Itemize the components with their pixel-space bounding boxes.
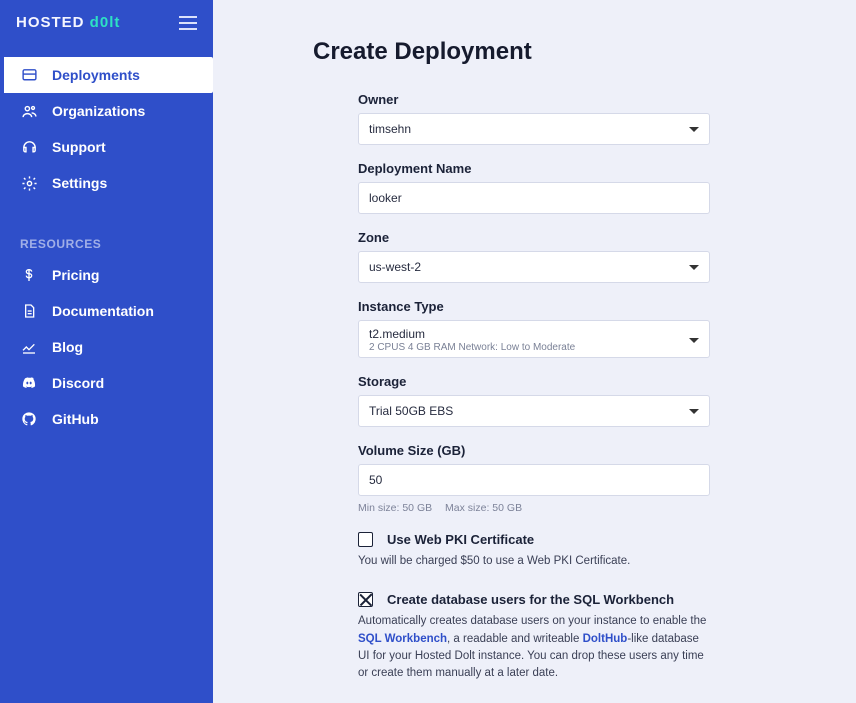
sqlwb-desc-pre: Automatically creates database users on … [358, 615, 706, 627]
name-label: Deployment Name [358, 161, 710, 176]
discord-icon [20, 374, 38, 392]
instance-label: Instance Type [358, 299, 710, 314]
sidebar-item-label: Organizations [52, 103, 145, 119]
support-icon [20, 138, 38, 156]
volume-input[interactable] [358, 464, 710, 496]
volume-field: Volume Size (GB) Min size: 50 GB Max siz… [358, 443, 710, 514]
deployment-form: Owner timsehn Deployment Name Zone us-we… [358, 92, 710, 703]
sidebar-item-label: Blog [52, 339, 83, 355]
pki-checkbox[interactable] [358, 532, 373, 547]
chevron-down-icon [689, 338, 699, 343]
name-field: Deployment Name [358, 161, 710, 214]
sidebar-item-label: Pricing [52, 267, 99, 283]
owner-label: Owner [358, 92, 710, 107]
sidebar-item-organizations[interactable]: Organizations [0, 93, 213, 129]
sidebar-header: HOSTED d0lt [0, 0, 213, 43]
menu-icon[interactable] [179, 16, 197, 30]
sidebar-item-documentation[interactable]: Documentation [0, 293, 213, 329]
chevron-down-icon [689, 265, 699, 270]
sidebar-item-label: Documentation [52, 303, 154, 319]
pki-row: Use Web PKI Certificate [358, 532, 710, 547]
storage-value: Trial 50GB EBS [369, 404, 453, 418]
owner-field: Owner timsehn [358, 92, 710, 145]
sidebar-item-support[interactable]: Support [0, 129, 213, 165]
instance-value: t2.medium [369, 327, 575, 341]
sidebar-item-label: GitHub [52, 411, 99, 427]
github-icon [20, 410, 38, 428]
sidebar-item-label: Deployments [52, 67, 140, 83]
pki-desc: You will be charged $50 to use a Web PKI… [358, 553, 710, 570]
main-content: Create Deployment Owner timsehn Deployme… [213, 0, 856, 703]
zone-field: Zone us-west-2 [358, 230, 710, 283]
sqlwb-desc: Automatically creates database users on … [358, 613, 710, 682]
volume-label: Volume Size (GB) [358, 443, 710, 458]
dolthub-link[interactable]: DoltHub [583, 633, 628, 645]
logo-text: HOSTED [16, 14, 85, 31]
sidebar-item-label: Discord [52, 375, 104, 391]
sql-workbench-link[interactable]: SQL Workbench [358, 633, 447, 645]
sidebar-item-deployments[interactable]: Deployments [4, 57, 213, 93]
instance-select[interactable]: t2.medium 2 CPUS 4 GB RAM Network: Low t… [358, 320, 710, 358]
sqlwb-desc-mid: , a readable and writeable [447, 633, 583, 645]
chevron-down-icon [689, 409, 699, 414]
logo-text-accent: d0lt [85, 14, 121, 31]
settings-icon [20, 174, 38, 192]
instance-details: 2 CPUS 4 GB RAM Network: Low to Moderate [369, 342, 575, 353]
sidebar-item-discord[interactable]: Discord [0, 365, 213, 401]
sidebar-item-github[interactable]: GitHub [0, 401, 213, 437]
logo[interactable]: HOSTED d0lt [16, 14, 120, 31]
sidebar-item-blog[interactable]: Blog [0, 329, 213, 365]
storage-select[interactable]: Trial 50GB EBS [358, 395, 710, 427]
sqlwb-row: Create database users for the SQL Workbe… [358, 592, 710, 607]
storage-label: Storage [358, 374, 710, 389]
resources-header: RESOURCES [0, 237, 213, 257]
sidebar-item-label: Support [52, 139, 106, 155]
sqlwb-label: Create database users for the SQL Workbe… [387, 592, 674, 607]
owner-select[interactable]: timsehn [358, 113, 710, 145]
volume-min-hint: Min size: 50 GB [358, 502, 432, 514]
deployments-icon [20, 66, 38, 84]
sidebar-item-label: Settings [52, 175, 107, 191]
organizations-icon [20, 102, 38, 120]
page-title: Create Deployment [313, 38, 796, 66]
sqlwb-checkbox[interactable] [358, 592, 373, 607]
zone-value: us-west-2 [369, 260, 421, 274]
zone-select[interactable]: us-west-2 [358, 251, 710, 283]
sidebar-item-pricing[interactable]: Pricing [0, 257, 213, 293]
storage-field: Storage Trial 50GB EBS [358, 374, 710, 427]
chevron-down-icon [689, 127, 699, 132]
doc-icon [20, 302, 38, 320]
sidebar: HOSTED d0lt Deployments Organizations [0, 0, 213, 703]
main-nav: Deployments Organizations Support Settin… [0, 57, 213, 437]
volume-hint: Min size: 50 GB Max size: 50 GB [358, 502, 710, 514]
name-input[interactable] [358, 182, 710, 214]
dollar-icon [20, 266, 38, 284]
pki-label: Use Web PKI Certificate [387, 532, 534, 547]
instance-field: Instance Type t2.medium 2 CPUS 4 GB RAM … [358, 299, 710, 358]
volume-max-hint: Max size: 50 GB [445, 502, 522, 514]
owner-value: timsehn [369, 122, 411, 136]
sidebar-item-settings[interactable]: Settings [0, 165, 213, 201]
zone-label: Zone [358, 230, 710, 245]
blog-icon [20, 338, 38, 356]
